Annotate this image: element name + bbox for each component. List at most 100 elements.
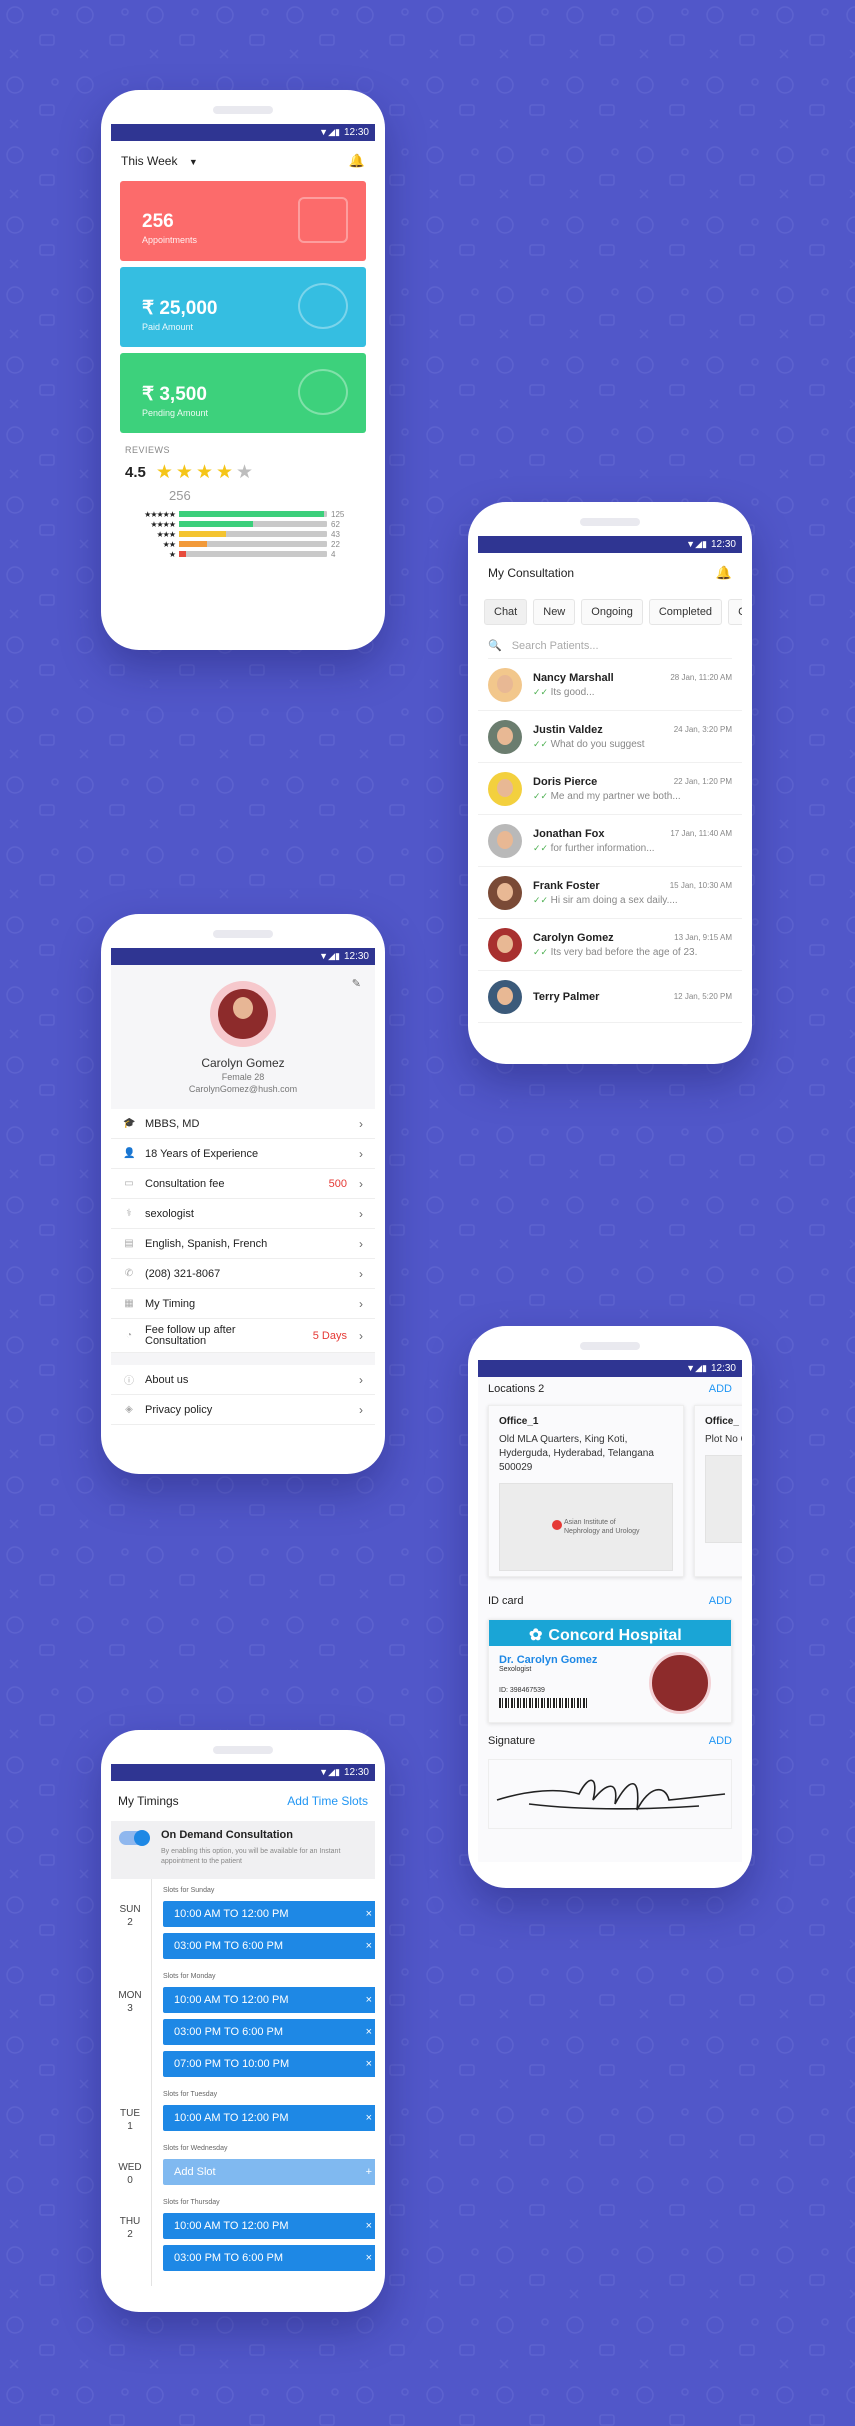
profile-row-label: Privacy policy bbox=[145, 1403, 213, 1416]
status-time: 12:30 bbox=[710, 1363, 736, 1374]
tab-completed[interactable]: Completed bbox=[648, 599, 723, 625]
time-slot[interactable]: 10:00 AM TO 12:00 PM × bbox=[163, 1901, 375, 1927]
office-card[interactable]: Office_1 Old MLA Quarters, King Koti, Hyd… bbox=[488, 1405, 684, 1577]
close-icon[interactable]: × bbox=[366, 1994, 372, 2006]
time-slot[interactable]: 03:00 PM TO 6:00 PM × bbox=[163, 2245, 375, 2271]
add-id-card-button[interactable]: ADD bbox=[709, 1595, 732, 1607]
profile-screen: ▼◢▮ 12:30 ✎ Carolyn Gomez Female 28 Carol… bbox=[111, 948, 375, 1448]
profile-row[interactable]: 👤 18 Years of Experience › bbox=[111, 1139, 375, 1169]
day-name: MON bbox=[118, 1990, 142, 2001]
close-icon[interactable]: × bbox=[366, 2026, 372, 2038]
slot-day-header: Slots for Thursday bbox=[163, 2199, 220, 2206]
double-check-icon: ✓✓ bbox=[533, 894, 551, 905]
chevron-right-icon: › bbox=[359, 1296, 363, 1311]
profile-row-label: English, Spanish, French bbox=[145, 1237, 268, 1250]
id-card-header: ✿ Concord Hospital bbox=[489, 1620, 731, 1646]
time-slot[interactable]: 03:00 PM TO 6:00 PM × bbox=[163, 2019, 375, 2045]
search-input[interactable]: Search Patients... bbox=[512, 640, 599, 652]
star-icon: ★ bbox=[155, 462, 176, 483]
chat-message-row: ✓✓ Me and my partner we both... bbox=[533, 791, 732, 802]
close-icon[interactable]: × bbox=[366, 1908, 372, 1920]
profile-header: ✎ Carolyn Gomez Female 28 CarolynGomez@h… bbox=[111, 965, 375, 1109]
phone-dashboard: ▼◢▮ 12:30 This Week ▼ 🔔 256 Appointments ₹ … bbox=[101, 90, 385, 650]
time-slot[interactable]: 03:00 PM TO 6:00 PM × bbox=[163, 1933, 375, 1959]
time-slot[interactable]: 07:00 PM TO 10:00 PM × bbox=[163, 2051, 375, 2077]
profile-row[interactable]: ◈ Privacy policy › bbox=[111, 1395, 375, 1425]
time-slot-label: 03:00 PM TO 6:00 PM bbox=[174, 2252, 284, 2264]
period-dropdown[interactable]: This Week ▼ bbox=[121, 154, 198, 168]
close-icon[interactable]: × bbox=[366, 2252, 372, 2264]
on-demand-toggle[interactable] bbox=[119, 1830, 150, 1846]
day-slot-count: 3 bbox=[127, 2003, 133, 2014]
chat-list-item[interactable]: Justin Valdez 24 Jan, 3:20 PM ✓✓ What do y… bbox=[478, 711, 742, 763]
slot-day-header: Slots for Wednesday bbox=[163, 2145, 228, 2152]
close-icon[interactable]: × bbox=[366, 1940, 372, 1952]
profile-row[interactable]: ▦ My Timing › bbox=[111, 1289, 375, 1319]
rating-bar-stars: ★ bbox=[168, 549, 176, 559]
tab-ongoing[interactable]: Ongoing bbox=[581, 599, 643, 625]
phone-speaker bbox=[213, 930, 273, 938]
tab-chat[interactable]: Chat bbox=[484, 599, 528, 625]
stat-card[interactable]: 256 Appointments bbox=[120, 181, 366, 261]
bell-icon[interactable]: 🔔 bbox=[349, 153, 365, 169]
close-icon[interactable]: × bbox=[366, 2220, 372, 2232]
dashboard-screen: ▼◢▮ 12:30 This Week ▼ 🔔 256 Appointments ₹ … bbox=[111, 124, 375, 624]
search-bar[interactable]: 🔍 Search Patients... bbox=[488, 633, 732, 659]
profile-row[interactable]: ⚕ sexologist › bbox=[111, 1199, 375, 1229]
close-icon[interactable]: × bbox=[366, 2112, 372, 2124]
chat-header: Justin Valdez 24 Jan, 3:20 PM bbox=[533, 724, 732, 736]
profile-row-label: (208) 321-8067 bbox=[145, 1267, 221, 1280]
time-slot[interactable]: 10:00 AM TO 12:00 PM × bbox=[163, 2105, 375, 2131]
add-time-slots-button[interactable]: Add Time Slots bbox=[287, 1794, 368, 1808]
stat-card[interactable]: ₹ 25,000 Paid Amount bbox=[120, 267, 366, 347]
profile-row[interactable]: ⓘ About us › bbox=[111, 1365, 375, 1395]
profile-row[interactable]: 🎓 MBBS, MD › bbox=[111, 1109, 375, 1139]
add-location-button[interactable]: ADD bbox=[709, 1383, 732, 1395]
bell-icon[interactable]: 🔔 bbox=[716, 565, 732, 581]
map-label: Asian Institute of Nephrology and Urolog… bbox=[564, 1519, 640, 1535]
signature-title: Signature bbox=[488, 1735, 536, 1747]
review-count: 256 bbox=[169, 488, 191, 503]
slot-day-header: Slots for Monday bbox=[163, 1973, 216, 1980]
profile-row-value: 500 bbox=[328, 1177, 347, 1190]
add-slot-button[interactable]: Add Slot + bbox=[163, 2159, 375, 2185]
chat-list-item[interactable]: Carolyn Gomez 13 Jan, 9:15 AM ✓✓ Its very … bbox=[478, 919, 742, 971]
chat-list-item[interactable]: Jonathan Fox 17 Jan, 11:40 AM ✓✓ for furth… bbox=[478, 815, 742, 867]
profile-row[interactable]: ✆ (208) 321-8067 › bbox=[111, 1259, 375, 1289]
rating-bar-stars: ★★ bbox=[162, 539, 176, 549]
profile-row[interactable]: ▭ Consultation fee 500 › bbox=[111, 1169, 375, 1199]
divider bbox=[111, 1353, 375, 1365]
time-slot[interactable]: 10:00 AM TO 12:00 PM × bbox=[163, 2213, 375, 2239]
chat-body: Justin Valdez 24 Jan, 3:20 PM ✓✓ What do y… bbox=[533, 724, 732, 750]
chat-name: Justin Valdez bbox=[533, 723, 603, 736]
profile-row[interactable]: ▤ English, Spanish, French › bbox=[111, 1229, 375, 1259]
add-signature-button[interactable]: ADD bbox=[709, 1735, 732, 1747]
stat-card[interactable]: ₹ 3,500 Pending Amount bbox=[120, 353, 366, 433]
chat-list-item[interactable]: Doris Pierce 22 Jan, 1:20 PM ✓✓ Me and my … bbox=[478, 763, 742, 815]
close-icon[interactable]: × bbox=[366, 2058, 372, 2070]
time-slot-label: 10:00 AM TO 12:00 PM bbox=[174, 2220, 289, 2232]
chat-list-item[interactable]: Terry Palmer 12 Jan, 5:20 PM bbox=[478, 971, 742, 1023]
hospital-name: Concord Hospital bbox=[548, 1627, 682, 1644]
tab-new[interactable]: New bbox=[533, 599, 576, 625]
signature-image bbox=[488, 1759, 732, 1829]
profile-email: CarolynGomez@hush.com bbox=[188, 1084, 298, 1094]
profile-row[interactable]: ◔ Fee follow up after Consultation 5 Days › bbox=[111, 1319, 375, 1353]
edit-icon[interactable]: ✎ bbox=[352, 977, 361, 990]
day-label: SUN 2 bbox=[117, 1903, 143, 1929]
map-thumbnail bbox=[705, 1455, 742, 1543]
wifi-icon: ▼◢▮ bbox=[319, 127, 340, 137]
phone-consultation: ▼◢▮ 12:30 My Consultation 🔔 Chat New Ongoing… bbox=[468, 502, 752, 1064]
chat-list-item[interactable]: Nancy Marshall 28 Jan, 11:20 AM ✓✓ Its goo… bbox=[478, 659, 742, 711]
rating-bar-track bbox=[179, 521, 327, 527]
office-card[interactable]: Office_ Plot No Old MLA King K bbox=[694, 1405, 742, 1577]
chat-list-item[interactable]: Frank Foster 15 Jan, 10:30 AM ✓✓ Hi sir am… bbox=[478, 867, 742, 919]
tab-c[interactable]: C bbox=[728, 599, 742, 625]
map-thumbnail: Asian Institute of Nephrology and Urolog… bbox=[499, 1483, 673, 1571]
id-card[interactable]: ✿ Concord Hospital Dr. Carolyn Gomez Sexo… bbox=[488, 1619, 732, 1723]
chat-body: Jonathan Fox 17 Jan, 11:40 AM ✓✓ for furth… bbox=[533, 828, 732, 854]
signature-drawing bbox=[496, 1779, 726, 1811]
office-name: Office_1 bbox=[499, 1416, 539, 1427]
time-slot[interactable]: 10:00 AM TO 12:00 PM × bbox=[163, 1987, 375, 2013]
day-label: TUE 1 bbox=[117, 2107, 143, 2133]
